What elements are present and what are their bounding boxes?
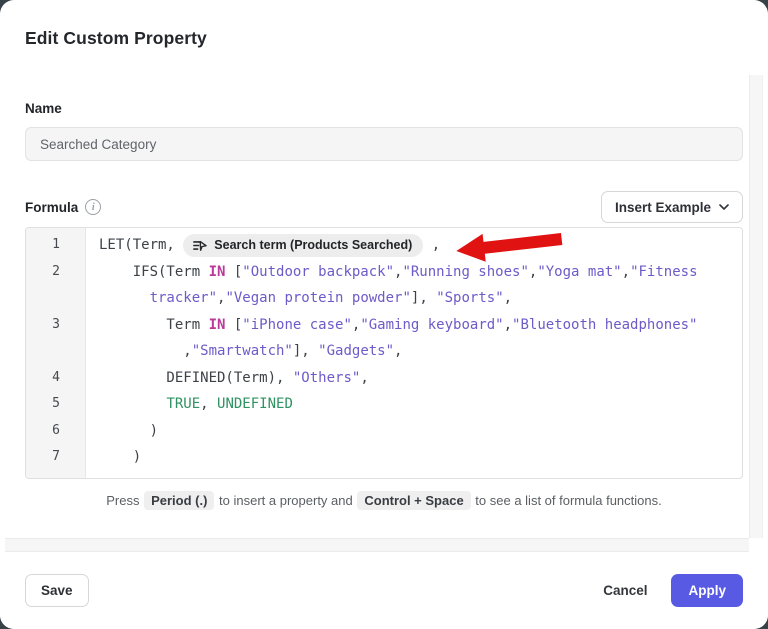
save-button[interactable]: Save bbox=[25, 574, 89, 607]
chevron-down-icon bbox=[719, 204, 729, 210]
dialog-title: Edit Custom Property bbox=[25, 0, 743, 49]
code-line: TRUE, UNDEFINED bbox=[86, 391, 293, 418]
code-line: DEFINED(Term), "Others", bbox=[86, 365, 369, 392]
code-row: tracker","Vegan protein powder"], "Sport… bbox=[26, 285, 742, 312]
code-line: IFS(Term IN ["Outdoor backpack","Running… bbox=[86, 259, 698, 286]
line-number: 7 bbox=[26, 444, 86, 471]
line-number: 1 bbox=[26, 232, 86, 259]
property-chip[interactable]: Search term (Products Searched) bbox=[183, 234, 423, 257]
code-line: ) bbox=[86, 418, 158, 445]
name-label: Name bbox=[25, 101, 743, 116]
event-property-icon bbox=[192, 238, 207, 253]
info-icon[interactable]: i bbox=[85, 199, 101, 215]
hint-text: Press bbox=[106, 493, 143, 508]
code-row: 2 IFS(Term IN ["Outdoor backpack","Runni… bbox=[26, 259, 742, 286]
line-number bbox=[26, 338, 86, 365]
property-chip-label: Search term (Products Searched) bbox=[214, 232, 412, 259]
code-row: ,"Smartwatch"], "Gadgets", bbox=[26, 338, 742, 365]
code-row: 6 ) bbox=[26, 418, 742, 445]
vertical-scrollbar[interactable] bbox=[749, 75, 763, 538]
edit-custom-property-dialog: Edit Custom Property Name Formula i Inse… bbox=[0, 0, 768, 629]
line-number: 4 bbox=[26, 365, 86, 392]
apply-button[interactable]: Apply bbox=[671, 574, 743, 607]
code-row: 5 TRUE, UNDEFINED bbox=[26, 391, 742, 418]
code-line: ,"Smartwatch"], "Gadgets", bbox=[86, 338, 402, 365]
code-row: 4 DEFINED(Term), "Others", bbox=[26, 365, 742, 392]
cancel-button[interactable]: Cancel bbox=[603, 583, 647, 598]
hint-text: to see a list of formula functions. bbox=[472, 493, 662, 508]
code-line: LET(Term, Search term (Products Searched… bbox=[86, 232, 440, 259]
formula-hint: Press Period (.) to insert a property an… bbox=[25, 491, 743, 510]
formula-editor-rows: 1LET(Term, Search term (Products Searche… bbox=[26, 228, 742, 471]
formula-editor[interactable]: 1LET(Term, Search term (Products Searche… bbox=[25, 227, 743, 479]
kbd-shortcut: Control + Space bbox=[357, 491, 470, 510]
line-number: 3 bbox=[26, 312, 86, 339]
code-line: ) bbox=[86, 444, 141, 471]
formula-label: Formula bbox=[25, 200, 78, 215]
line-number: 6 bbox=[26, 418, 86, 445]
line-number: 5 bbox=[26, 391, 86, 418]
line-number: 2 bbox=[26, 259, 86, 286]
insert-example-label: Insert Example bbox=[615, 200, 711, 215]
line-number bbox=[26, 285, 86, 312]
insert-example-button[interactable]: Insert Example bbox=[601, 191, 743, 223]
code-row: 1LET(Term, Search term (Products Searche… bbox=[26, 232, 742, 259]
code-line: tracker","Vegan protein powder"], "Sport… bbox=[86, 285, 512, 312]
horizontal-scrollbar[interactable] bbox=[5, 538, 749, 552]
hint-text: to insert a property and bbox=[215, 493, 356, 508]
kbd-shortcut: Period (.) bbox=[144, 491, 214, 510]
code-row: 3 Term IN ["iPhone case","Gaming keyboar… bbox=[26, 312, 742, 339]
code-row: 7 ) bbox=[26, 444, 742, 471]
dialog-footer: Save Cancel Apply bbox=[0, 552, 768, 629]
code-line: Term IN ["iPhone case","Gaming keyboard"… bbox=[86, 312, 697, 339]
name-input[interactable] bbox=[25, 127, 743, 161]
